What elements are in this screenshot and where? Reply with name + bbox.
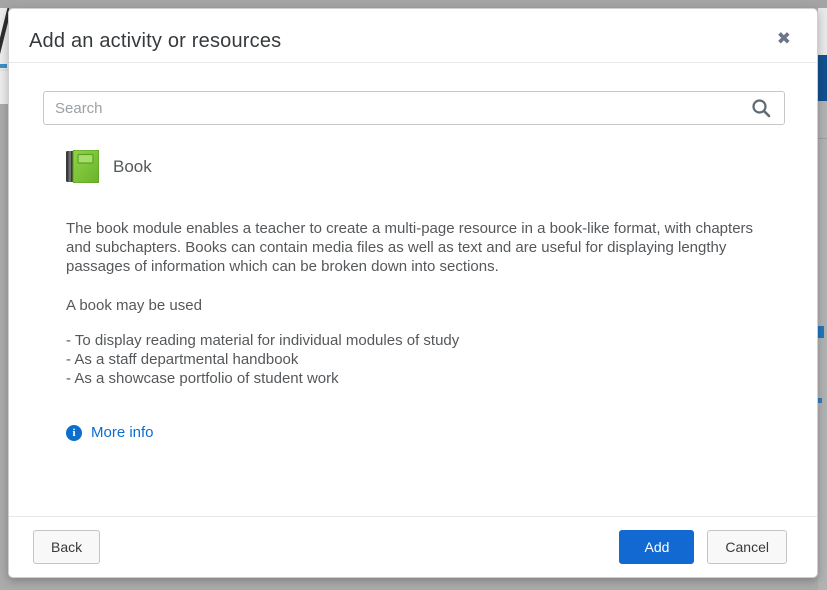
- module-use-item: - As a staff departmental handbook: [66, 350, 775, 369]
- close-icon[interactable]: ✖: [773, 23, 795, 56]
- page-button-fragment: [818, 55, 827, 101]
- module-header: Book: [66, 150, 775, 183]
- module-use-list: - To display reading material for indivi…: [66, 331, 775, 388]
- page-icon-fragment: [818, 398, 822, 403]
- cancel-button[interactable]: Cancel: [707, 530, 787, 564]
- page-link-fragment: [0, 64, 7, 68]
- page-icon-fragment: [818, 326, 824, 338]
- info-icon: i: [66, 425, 82, 441]
- page-header-fragment: [818, 8, 827, 55]
- modal-header: Add an activity or resources ✖: [9, 9, 817, 63]
- add-activity-modal: Add an activity or resources ✖: [8, 8, 818, 578]
- module-use-item: - To display reading material for indivi…: [66, 331, 775, 350]
- book-icon: [66, 150, 99, 183]
- page-line-fragment: [818, 138, 827, 139]
- modal-title: Add an activity or resources: [29, 23, 281, 53]
- back-button[interactable]: Back: [33, 530, 100, 564]
- page-backdrop-right: [818, 8, 827, 590]
- module-name: Book: [113, 157, 152, 177]
- more-info-label: More info: [91, 424, 154, 441]
- modal-body: Book The book module enables a teacher t…: [9, 63, 817, 441]
- search-icon[interactable]: [751, 98, 771, 118]
- add-button[interactable]: Add: [619, 530, 694, 564]
- modal-footer: Back Add Cancel: [9, 516, 817, 577]
- module-description-intro: A book may be used: [66, 296, 775, 315]
- module-description: The book module enables a teacher to cre…: [66, 219, 775, 276]
- search-wrap: [43, 91, 785, 125]
- page-backdrop-top: [0, 0, 827, 8]
- more-info-link[interactable]: i More info: [66, 424, 154, 441]
- search-input[interactable]: [43, 91, 785, 125]
- module-use-item: - As a showcase portfolio of student wor…: [66, 369, 775, 388]
- module-details: Book The book module enables a teacher t…: [43, 150, 785, 441]
